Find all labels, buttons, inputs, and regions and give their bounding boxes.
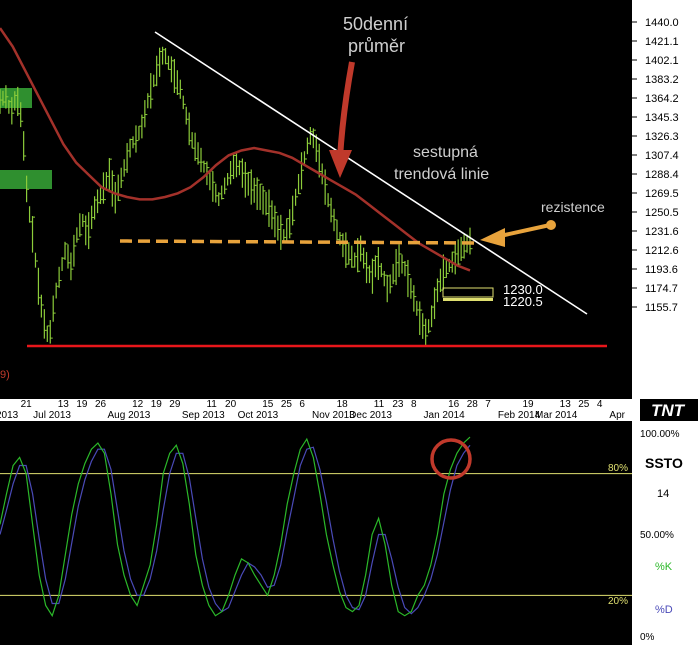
date-tick-month: 2013 <box>0 410 19 421</box>
date-tick-day: 19 <box>522 399 534 410</box>
price-tick-label: 1231.6 <box>645 226 679 238</box>
date-tick-day: 29 <box>169 399 181 410</box>
price-tick-label: 1345.3 <box>645 112 679 124</box>
date-tick-day: 7 <box>485 399 491 410</box>
price-tick-label: 1364.2 <box>645 93 679 105</box>
stoch-k-legend: %K <box>655 561 673 573</box>
date-tick-day: 20 <box>225 399 237 410</box>
highlight-box-2 <box>0 170 52 189</box>
price-tick-label: 1269.5 <box>645 188 679 200</box>
price-tick-label: 1421.1 <box>645 36 679 48</box>
price-tick-label: 1383.2 <box>645 74 679 86</box>
date-tick-day: 13 <box>58 399 70 410</box>
price-tick-label: 1155.7 <box>645 302 678 314</box>
resistance-label: rezistence <box>541 199 605 215</box>
price-tick-label: 1193.6 <box>645 264 678 276</box>
date-tick-month: Sep 2013 <box>182 410 225 421</box>
resistance-arrow-dot <box>546 220 556 230</box>
date-tick-day: 11 <box>374 399 385 410</box>
date-tick-day: 19 <box>151 399 163 410</box>
svg-text:TNT: TNT <box>651 401 686 420</box>
stoch-title: SSTO <box>645 455 683 471</box>
date-tick-day: 12 <box>132 399 144 410</box>
trend-label-line1: sestupná <box>413 144 478 161</box>
price-tick-label: 1174.7 <box>645 283 678 295</box>
price-tick-label: 1326.3 <box>645 131 679 143</box>
stoch-tick-label: 100.00% <box>640 429 680 440</box>
date-tick-day: 23 <box>392 399 404 410</box>
date-tick-day: 19 <box>76 399 88 410</box>
price-tick-label: 1212.6 <box>645 245 679 257</box>
date-tick-month: Mar 2014 <box>535 410 578 421</box>
date-tick-day: 25 <box>281 399 293 410</box>
stoch-tick-label: 20% <box>608 596 628 607</box>
stoch-tick-label: 0% <box>640 632 655 643</box>
price-tick-label: 1307.4 <box>645 150 679 162</box>
date-tick-day: 4 <box>597 399 603 410</box>
date-tick-month: Dec 2013 <box>349 410 392 421</box>
date-tick-day: 18 <box>337 399 349 410</box>
date-tick-day: 15 <box>262 399 274 410</box>
price-tick-label: 1402.1 <box>645 55 679 67</box>
date-tick-day: 26 <box>95 399 107 410</box>
left-edge-label: 9) <box>0 369 10 381</box>
date-tick-day: 11 <box>206 399 217 410</box>
tnt-logo: TNT <box>640 399 698 421</box>
stoch-d-legend: %D <box>655 604 673 616</box>
ma-label-line2: průměr <box>348 36 405 56</box>
level-label-2: 1220.5 <box>503 294 543 309</box>
date-tick-month: Oct 2013 <box>238 410 279 421</box>
date-tick-day: 28 <box>467 399 479 410</box>
date-tick-day: 13 <box>560 399 572 410</box>
stoch-period: 14 <box>657 488 669 500</box>
level-box-2 <box>443 298 493 301</box>
date-tick-month: Apr <box>609 410 625 421</box>
price-tick-label: 1440.0 <box>645 17 679 29</box>
date-tick-day: 6 <box>299 399 305 410</box>
stoch-tick-label: 80% <box>608 463 628 474</box>
date-tick-day: 16 <box>448 399 460 410</box>
highlight-box-1 <box>0 88 32 108</box>
chart-canvas: 1440.01421.11402.11383.21364.21345.31326… <box>0 0 698 645</box>
date-tick-day: 8 <box>411 399 417 410</box>
price-tick-label: 1288.4 <box>645 169 679 181</box>
date-tick-month: Jan 2014 <box>424 410 466 421</box>
trend-label-line2: trendová linie <box>394 166 489 183</box>
date-tick-month: Jul 2013 <box>33 410 71 421</box>
date-tick-day: 21 <box>21 399 33 410</box>
date-tick-month: Aug 2013 <box>108 410 151 421</box>
stoch-tick-label: 50.00% <box>640 530 674 541</box>
date-tick-day: 25 <box>578 399 590 410</box>
price-tick-label: 1250.5 <box>645 207 679 219</box>
ma-label-line1: 50denní <box>343 14 408 34</box>
